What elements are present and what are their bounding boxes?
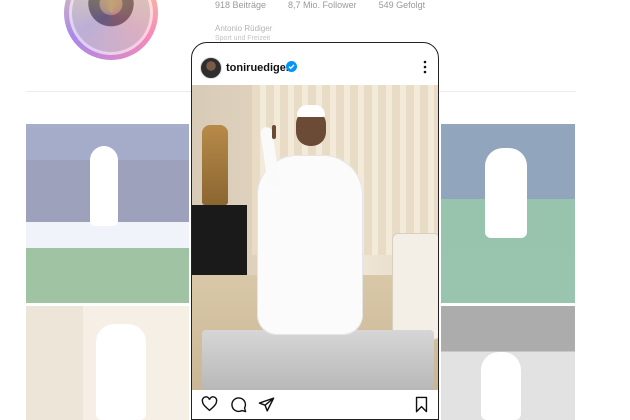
bookmark-icon[interactable] [414,396,429,413]
player-figure [485,148,527,238]
grid-post-3[interactable] [26,306,189,420]
grid-post-1[interactable] [26,124,189,303]
more-icon[interactable] [422,60,428,74]
share-icon[interactable] [258,396,275,413]
player-figure [90,146,118,226]
post-header: toniruediger [192,43,438,85]
profile-stats: 918 Beiträge 8,7 Mio. Follower 549 Gefol… [215,0,425,10]
post-card: toniruediger [191,42,439,420]
grid-post-4[interactable] [441,306,575,420]
verified-badge-icon [286,61,297,72]
post-username[interactable]: toniruediger [226,62,290,74]
player-figure [96,324,146,420]
vase [202,125,228,205]
person-cap [297,105,325,117]
raised-finger [272,125,276,139]
profile-name: Antonio Rüdiger [215,24,273,33]
armchair [392,233,438,340]
post-author-avatar[interactable] [200,57,222,79]
posts-count: 918 Beiträge [215,0,267,10]
player-figure [481,352,521,420]
profile-category: Sport und Freizeit [215,35,271,42]
post-photo[interactable] [192,85,438,390]
prayer-rug [202,330,434,390]
grid-post-2[interactable] [441,124,575,303]
comment-icon[interactable] [230,396,247,413]
followers-count[interactable]: 8,7 Mio. Follower [288,0,357,10]
following-count[interactable]: 549 Gefolgt [379,0,426,10]
heart-icon[interactable] [201,396,218,412]
post-actions [192,390,438,419]
